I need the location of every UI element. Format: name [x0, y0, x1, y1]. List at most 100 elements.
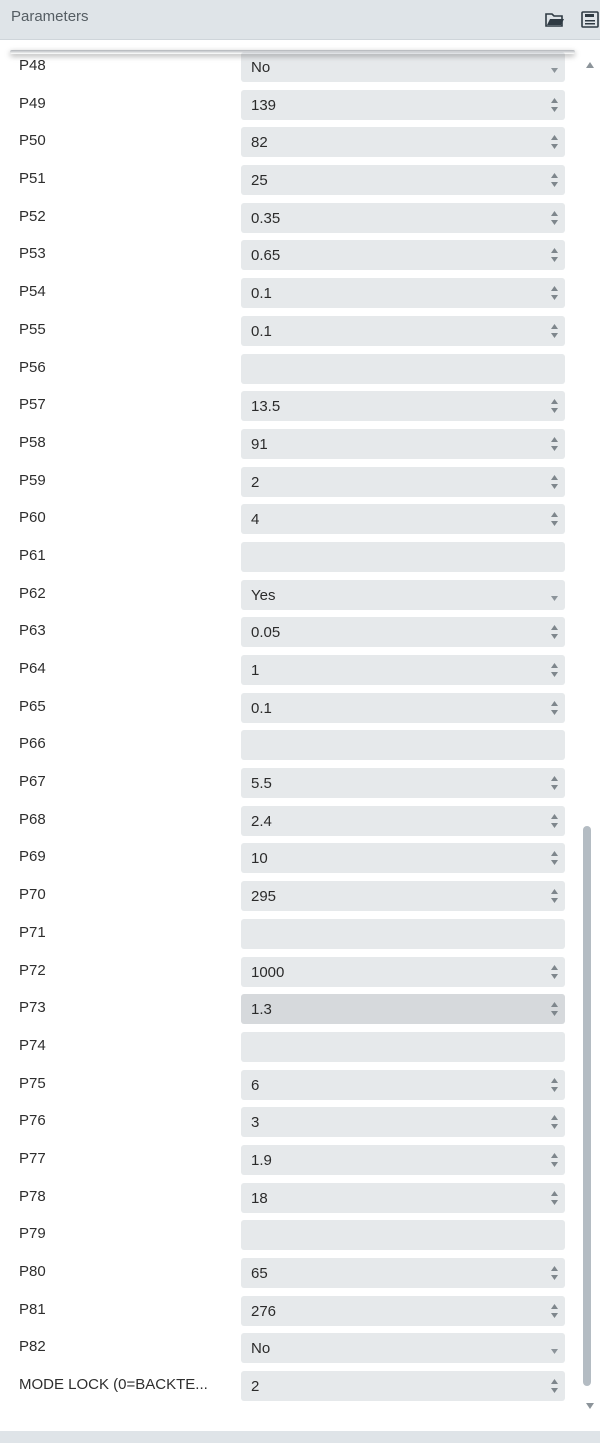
spinner-arrows-icon[interactable] — [550, 623, 559, 641]
spinner-arrows-icon[interactable] — [550, 473, 559, 491]
parameter-spinner[interactable]: 276 — [241, 1295, 565, 1326]
spinner-arrows-icon[interactable] — [550, 1151, 559, 1169]
parameter-spinner[interactable]: 6 — [241, 1069, 565, 1100]
parameter-label: P61 — [19, 546, 46, 564]
parameter-spinner[interactable]: 1 — [241, 655, 565, 685]
parameter-value: 18 — [251, 1189, 268, 1207]
spinner-arrows-icon[interactable] — [550, 1113, 559, 1131]
parameter-value: No — [251, 1340, 271, 1358]
parameter-text-field[interactable] — [241, 918, 565, 949]
parameter-label: P69 — [19, 848, 46, 866]
spinner-arrows-icon[interactable] — [550, 699, 559, 717]
dropdown-arrow-icon[interactable] — [550, 590, 559, 601]
parameter-spinner[interactable]: 0.1 — [241, 692, 565, 723]
scrollbar-thumb[interactable] — [583, 826, 591, 1386]
spinner-arrows-icon[interactable] — [550, 963, 559, 981]
spinner-arrows-icon[interactable] — [550, 1189, 559, 1207]
parameter-value: 1.3 — [251, 1001, 272, 1019]
parameter-text-field[interactable] — [241, 353, 565, 384]
parameter-text-field[interactable] — [241, 730, 565, 761]
parameter-spinner[interactable]: 0.65 — [241, 240, 565, 271]
parameter-spinner[interactable]: 0.05 — [241, 617, 565, 648]
parameter-spinner[interactable]: 91 — [241, 428, 565, 459]
parameters-list: P48 No P49 139 P50 82 P51 25 P52 0.35 P53 0.65 P54 0.… — [0, 47, 580, 1404]
parameter-spinner[interactable]: 3 — [241, 1107, 565, 1138]
parameter-label: P80 — [19, 1263, 46, 1280]
spinner-arrows-icon[interactable] — [550, 1302, 559, 1320]
spinner-arrows-icon[interactable] — [550, 322, 559, 340]
parameter-spinner[interactable]: 1.3 — [241, 994, 565, 1025]
parameter-label: P58 — [19, 433, 46, 451]
spinner-arrows-icon[interactable] — [550, 209, 559, 227]
parameter-label: P52 — [19, 207, 46, 225]
parameter-row: P67 5.5 — [0, 763, 580, 801]
parameter-spinner[interactable]: 10 — [241, 843, 565, 874]
spinner-arrows-icon[interactable] — [550, 96, 559, 114]
spinner-arrows-icon[interactable] — [550, 133, 559, 151]
parameter-spinner[interactable]: 18 — [241, 1182, 565, 1213]
spinner-arrows-icon[interactable] — [550, 887, 559, 905]
parameter-row: P60 4 — [0, 499, 580, 537]
parameter-label: P72 — [19, 961, 46, 979]
parameter-label: P67 — [19, 773, 46, 791]
parameter-value: 1000 — [251, 963, 285, 981]
parameter-label: P68 — [19, 810, 46, 828]
spinner-arrows-icon[interactable] — [550, 812, 559, 830]
spinner-arrows-icon[interactable] — [550, 246, 559, 264]
parameter-spinner[interactable]: 65 — [241, 1258, 565, 1288]
save-icon[interactable] — [580, 9, 600, 29]
scrollbar[interactable] — [580, 40, 600, 1415]
parameter-row: P74 — [0, 1027, 580, 1065]
spinner-arrows-icon[interactable] — [550, 284, 559, 302]
parameter-row: P50 82 — [0, 122, 580, 160]
spinner-arrows-icon[interactable] — [550, 1000, 559, 1018]
parameter-spinner[interactable]: 2.4 — [241, 805, 565, 836]
parameter-label: MODE LOCK (0=BACKTE... — [19, 1376, 208, 1394]
parameter-row: P70 295 — [0, 876, 580, 914]
parameter-spinner[interactable]: 5.5 — [241, 768, 565, 799]
folder-open-icon[interactable] — [544, 9, 566, 29]
parameter-spinner[interactable]: 295 — [241, 881, 565, 912]
parameter-value: 5.5 — [251, 775, 272, 793]
spinner-arrows-icon[interactable] — [550, 1264, 559, 1282]
dropdown-arrow-icon[interactable] — [550, 62, 559, 73]
parameter-row: P51 25 — [0, 160, 580, 198]
scroll-up-arrow-icon[interactable] — [585, 56, 595, 68]
spinner-arrows-icon[interactable] — [550, 849, 559, 867]
spinner-arrows-icon[interactable] — [550, 171, 559, 189]
parameter-value: 2.4 — [251, 812, 272, 830]
parameter-spinner[interactable]: 0.35 — [241, 202, 565, 233]
parameter-spinner[interactable]: 0.1 — [241, 315, 565, 346]
parameter-label: P78 — [19, 1187, 46, 1205]
spinner-arrows-icon[interactable] — [550, 435, 559, 453]
spinner-arrows-icon[interactable] — [550, 661, 559, 679]
parameter-spinner[interactable]: 2 — [241, 1371, 565, 1402]
spinner-arrows-icon[interactable] — [550, 774, 559, 792]
spinner-arrows-icon[interactable] — [550, 510, 559, 528]
parameter-spinner[interactable]: 25 — [241, 165, 565, 196]
spinner-arrows-icon[interactable] — [550, 397, 559, 415]
parameter-text-field[interactable] — [241, 1220, 565, 1251]
parameter-label: P60 — [19, 509, 46, 527]
parameter-row: P56 — [0, 349, 580, 387]
spinner-arrows-icon[interactable] — [550, 1076, 559, 1094]
parameter-spinner[interactable]: 82 — [241, 127, 565, 158]
scroll-down-arrow-icon[interactable] — [585, 1397, 595, 1409]
parameter-spinner[interactable]: 139 — [241, 89, 565, 120]
parameter-spinner[interactable]: 4 — [241, 504, 565, 535]
parameter-select[interactable]: No — [241, 1333, 565, 1364]
parameter-spinner[interactable]: 0.1 — [241, 278, 565, 309]
parameter-row: P49 139 — [0, 85, 580, 123]
spinner-arrows-icon[interactable] — [550, 1377, 559, 1395]
parameter-value: 0.05 — [251, 624, 281, 642]
parameter-row: P59 2 — [0, 462, 580, 500]
parameter-text-field[interactable] — [241, 1031, 565, 1062]
parameter-select[interactable]: No — [241, 52, 565, 82]
parameter-spinner[interactable]: 1.9 — [241, 1144, 565, 1175]
parameter-text-field[interactable] — [241, 541, 565, 572]
parameter-spinner[interactable]: 13.5 — [241, 391, 565, 422]
parameter-select[interactable]: Yes — [241, 579, 565, 610]
parameter-spinner[interactable]: 1000 — [241, 956, 565, 987]
dropdown-arrow-icon[interactable] — [550, 1343, 559, 1355]
parameter-spinner[interactable]: 2 — [241, 466, 565, 497]
